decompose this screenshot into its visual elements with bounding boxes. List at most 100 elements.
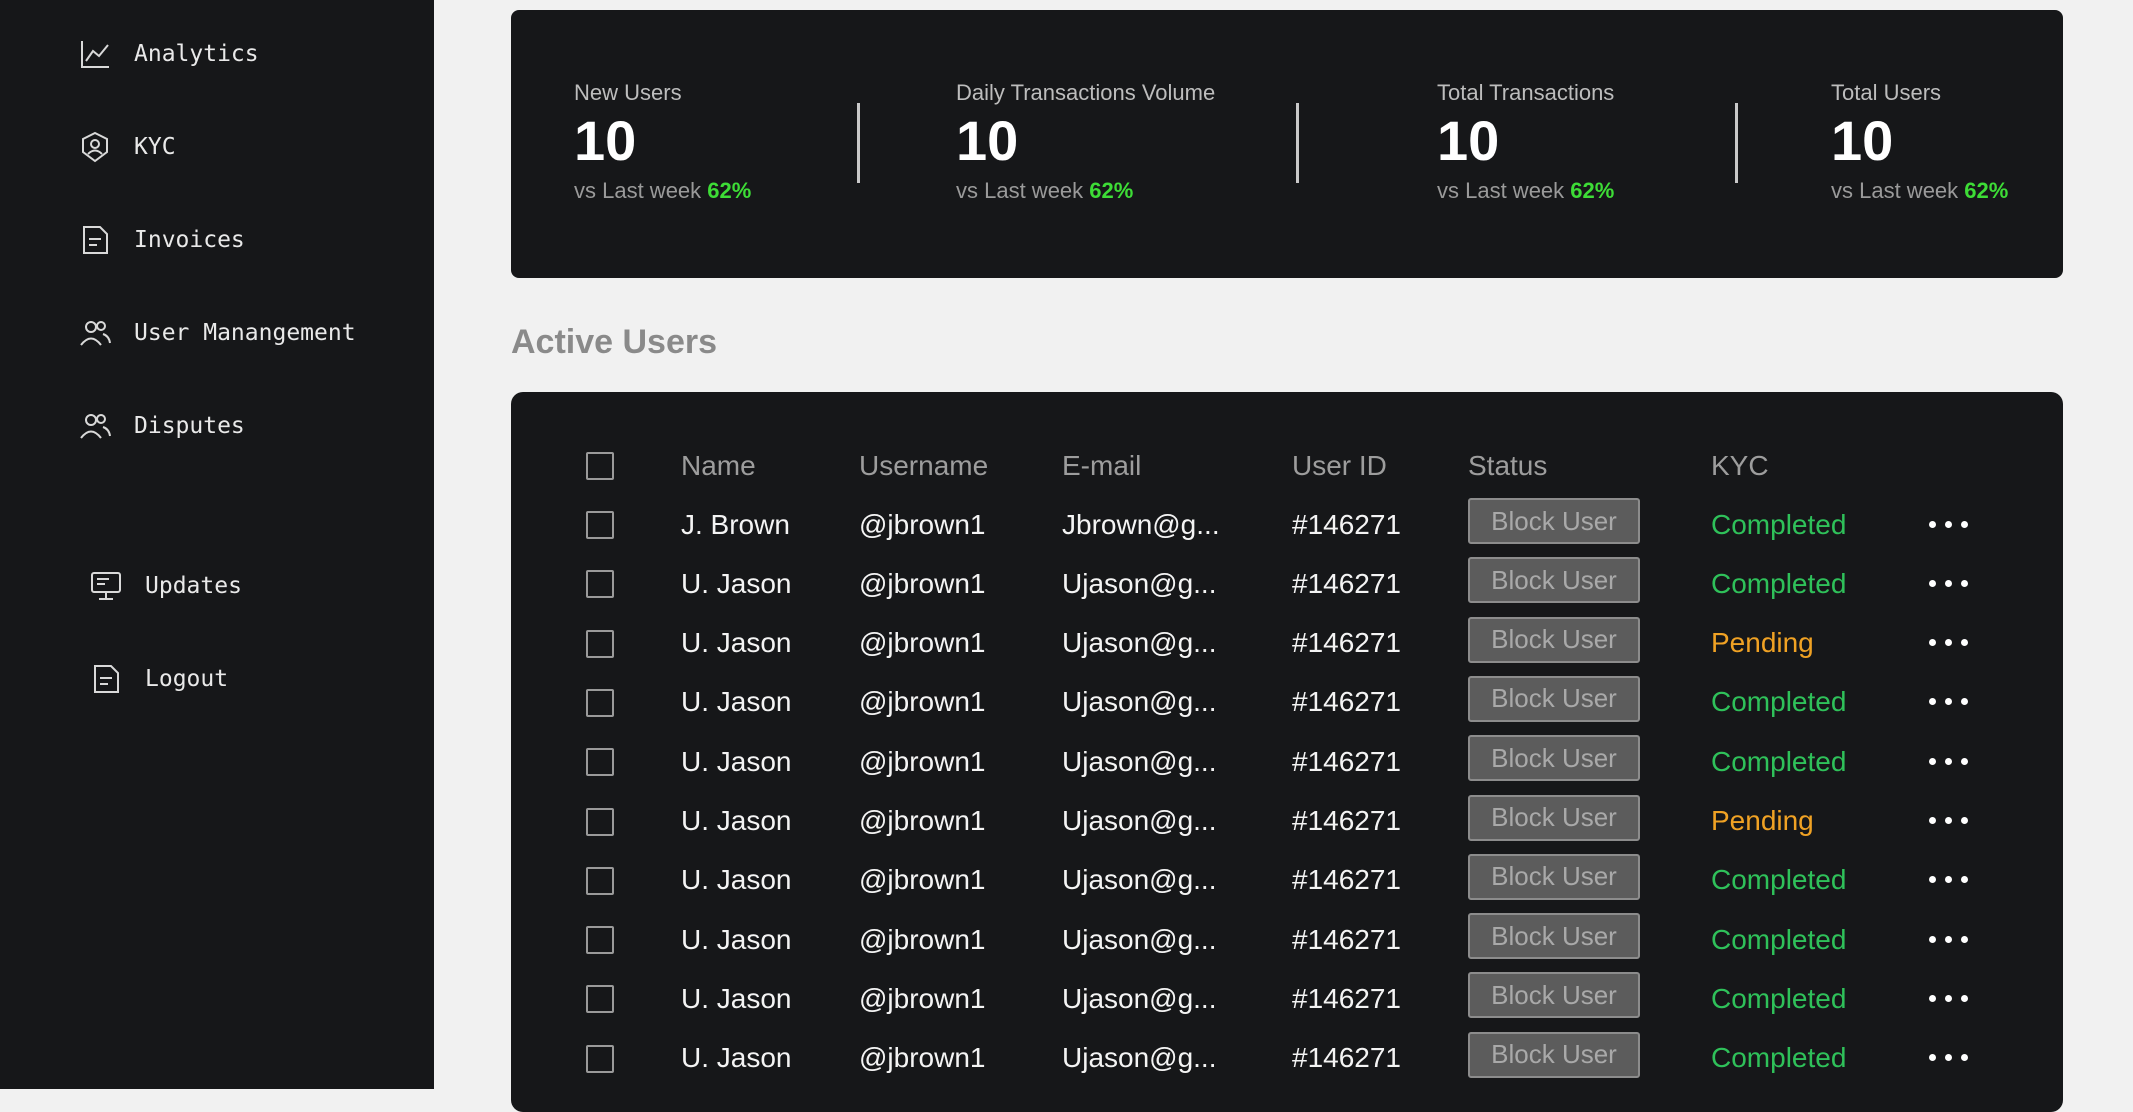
- table-row: U. Jason @jbrown1 Ujason@g... #146271 Block …: [511, 614, 2063, 673]
- cell-username: @jbrown1: [859, 745, 986, 777]
- row-checkbox[interactable]: [586, 807, 614, 836]
- table-row: J. Brown @jbrown1 Jbrown@g... #146271 Block …: [511, 495, 2063, 554]
- block-user-button[interactable]: Block User: [1468, 498, 1640, 544]
- stat-new-users: New Users 10 vs Last week 62%: [574, 80, 751, 204]
- cell-name: U. Jason: [681, 627, 792, 659]
- cell-user-id: #146271: [1292, 627, 1402, 659]
- more-options-icon[interactable]: [1929, 566, 1989, 600]
- block-user-button[interactable]: Block User: [1468, 675, 1640, 722]
- sidebar-item-label: Updates: [145, 573, 242, 599]
- kyc-status: Completed: [1711, 686, 1847, 718]
- section-title-active-users: Active Users: [511, 323, 718, 361]
- row-checkbox[interactable]: [586, 748, 614, 777]
- sidebar: Analytics KYC Invoices User Manangement: [0, 0, 434, 1089]
- table-row: U. Jason @jbrown1 Ujason@g... #146271 Block …: [511, 554, 2063, 613]
- row-checkbox[interactable]: [586, 688, 614, 717]
- stat-label: New Users: [574, 80, 682, 105]
- kyc-status: Completed: [1711, 508, 1847, 540]
- users-icon: [78, 409, 112, 443]
- cell-user-id: #146271: [1292, 923, 1402, 955]
- monitor-icon: [89, 569, 123, 603]
- row-checkbox[interactable]: [586, 570, 614, 599]
- active-users-table: Name Username E-mail User ID Status KYC …: [511, 392, 2063, 1112]
- column-header-user-id[interactable]: User ID: [1292, 436, 1387, 495]
- stat-label: Total Users: [1831, 80, 1942, 105]
- kyc-status: Completed: [1711, 923, 1847, 955]
- stat-divider: [1296, 103, 1299, 183]
- row-checkbox[interactable]: [586, 511, 614, 539]
- sidebar-item-label: Analytics: [134, 41, 259, 67]
- cell-username: @jbrown1: [859, 627, 986, 659]
- block-user-button[interactable]: Block User: [1468, 1031, 1640, 1078]
- sidebar-item-user-management[interactable]: User Manangement: [78, 313, 356, 353]
- stat-total-transactions: Total Transactions 10 vs Last week 62%: [1437, 80, 1614, 204]
- sidebar-item-disputes[interactable]: Disputes: [78, 406, 245, 446]
- more-options-icon[interactable]: [1929, 981, 1989, 1015]
- cell-user-id: #146271: [1292, 686, 1402, 718]
- stat-percent: 62%: [1964, 178, 2009, 203]
- row-checkbox[interactable]: [586, 629, 614, 658]
- block-user-button[interactable]: Block User: [1468, 616, 1640, 663]
- more-options-icon[interactable]: [1929, 685, 1989, 719]
- column-header-username[interactable]: Username: [859, 436, 988, 495]
- row-checkbox[interactable]: [586, 866, 614, 895]
- table-row: U. Jason @jbrown1 Ujason@g... #146271 Block …: [511, 910, 2063, 969]
- sidebar-item-label: User Manangement: [134, 320, 356, 346]
- sidebar-item-kyc[interactable]: KYC: [78, 127, 176, 167]
- cell-user-id: #146271: [1292, 864, 1402, 896]
- more-options-icon[interactable]: [1929, 507, 1989, 541]
- sidebar-item-label: Logout: [145, 666, 229, 692]
- cell-name: U. Jason: [681, 745, 792, 777]
- more-options-icon[interactable]: [1929, 863, 1989, 897]
- cell-email: Ujason@g...: [1062, 923, 1217, 955]
- column-header-kyc[interactable]: KYC: [1711, 436, 1769, 495]
- cell-user-id: #146271: [1292, 805, 1402, 836]
- column-header-name[interactable]: Name: [681, 436, 756, 495]
- sidebar-item-invoices[interactable]: Invoices: [78, 220, 245, 260]
- cell-username: @jbrown1: [859, 923, 986, 955]
- cell-username: @jbrown1: [859, 508, 986, 540]
- more-options-icon[interactable]: [1929, 626, 1989, 660]
- cell-email: Ujason@g...: [1062, 686, 1217, 718]
- kyc-status: Completed: [1711, 567, 1847, 599]
- column-header-status[interactable]: Status: [1468, 436, 1547, 495]
- table-row: U. Jason @jbrown1 Ujason@g... #146271 Block …: [511, 969, 2063, 1028]
- block-user-button[interactable]: Block User: [1468, 735, 1640, 782]
- cell-username: @jbrown1: [859, 982, 986, 1014]
- cell-name: U. Jason: [681, 923, 792, 955]
- more-options-icon[interactable]: [1929, 922, 1989, 956]
- stat-total-users: Total Users 10 vs Last week 62%: [1831, 80, 2008, 204]
- sidebar-item-label: Invoices: [134, 227, 245, 253]
- select-all-checkbox[interactable]: [586, 452, 614, 480]
- row-checkbox[interactable]: [586, 1044, 614, 1073]
- sidebar-item-label: KYC: [134, 134, 176, 160]
- cell-user-id: #146271: [1292, 1042, 1402, 1074]
- cell-name: U. Jason: [681, 567, 792, 599]
- block-user-button[interactable]: Block User: [1468, 972, 1640, 1019]
- chart-line-icon: [78, 37, 112, 71]
- kyc-status: Pending: [1711, 805, 1814, 836]
- block-user-button[interactable]: Block User: [1468, 794, 1640, 841]
- sidebar-item-analytics[interactable]: Analytics: [78, 34, 259, 74]
- more-options-icon[interactable]: [1929, 804, 1989, 838]
- cell-user-id: #146271: [1292, 982, 1402, 1014]
- table-row: U. Jason @jbrown1 Ujason@g... #146271 Block …: [511, 732, 2063, 791]
- cell-user-id: #146271: [1292, 508, 1402, 540]
- more-options-icon[interactable]: [1929, 1041, 1989, 1075]
- block-user-button[interactable]: Block User: [1468, 853, 1640, 900]
- sidebar-item-updates[interactable]: Updates: [89, 566, 242, 606]
- stat-label: Daily Transactions Volume: [956, 80, 1216, 105]
- block-user-button[interactable]: Block User: [1468, 913, 1640, 960]
- more-options-icon[interactable]: [1929, 744, 1989, 778]
- cell-name: U. Jason: [681, 686, 792, 718]
- kyc-status: Completed: [1711, 864, 1847, 896]
- row-checkbox[interactable]: [586, 926, 614, 955]
- kyc-status: Completed: [1711, 745, 1847, 777]
- column-header-email[interactable]: E-mail: [1062, 436, 1141, 495]
- sidebar-item-logout[interactable]: Logout: [89, 659, 228, 699]
- stats-card: New Users 10 vs Last week 62% Daily Tran…: [511, 10, 2063, 278]
- cell-username: @jbrown1: [859, 1042, 986, 1074]
- block-user-button[interactable]: Block User: [1468, 557, 1640, 604]
- row-checkbox[interactable]: [586, 985, 614, 1014]
- cell-email: Ujason@g...: [1062, 982, 1217, 1014]
